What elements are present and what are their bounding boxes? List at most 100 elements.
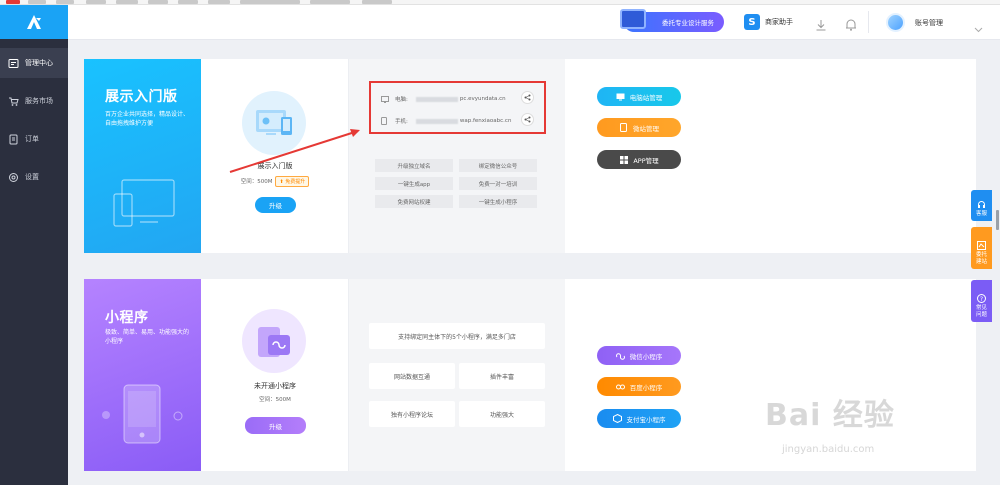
feature-tag[interactable]: 支持绑定同主体下的5个小程序，满足多门店 bbox=[369, 323, 545, 349]
sidebar: 管理中心 服务市场 订单 设置 bbox=[0, 5, 68, 485]
baidu-watermark-url: jingyan.baidu.com bbox=[782, 444, 875, 455]
free-upgrade-badge[interactable]: ⬆ 免费提升 bbox=[275, 176, 310, 187]
upgrade-button[interactable]: 升级 bbox=[255, 197, 296, 213]
mobile-label: 手机: bbox=[395, 119, 408, 125]
feature-tag[interactable]: 独有小程序论坛 bbox=[369, 401, 455, 427]
feature-tag[interactable]: 插件丰富 bbox=[459, 363, 545, 389]
headset-icon bbox=[977, 200, 986, 209]
share-icon[interactable] bbox=[521, 91, 534, 104]
plan-description: 百万企业共同选择，精品设计、自由拖拽维护方便 bbox=[105, 111, 190, 127]
plan-title: 展示入门版 bbox=[105, 89, 178, 105]
svg-text:?: ? bbox=[980, 296, 983, 303]
sidebar-item-settings[interactable]: 设置 bbox=[0, 162, 68, 192]
mobile-url-row: 手机: wap.fenxiaoabc.cn bbox=[381, 113, 541, 126]
product-space: 空间：500M bbox=[259, 397, 291, 403]
chevron-down-icon[interactable] bbox=[974, 18, 983, 37]
website-product-panel: 展示入门版 空间：500M ⬆ 免费提升 升级 bbox=[201, 59, 349, 253]
order-icon bbox=[8, 134, 19, 145]
sidebar-item-label: 订单 bbox=[25, 135, 39, 143]
feature-tag[interactable]: 一键生成小程序 bbox=[459, 195, 537, 208]
arrow-up-icon: ⬆ bbox=[279, 179, 284, 185]
alipay-icon bbox=[612, 414, 622, 423]
avatar[interactable] bbox=[886, 13, 905, 32]
product-name: 未开通小程序 bbox=[254, 382, 296, 390]
feature-tag[interactable]: 免费一对一培训 bbox=[459, 177, 537, 190]
build-icon bbox=[977, 241, 986, 250]
website-info-panel: 电脑: pc.evyundata.cn 手机: wap.fenxiaoabc.c… bbox=[349, 59, 565, 253]
commission-build-tab[interactable]: 委托建站 bbox=[971, 227, 992, 269]
app-manage-button[interactable]: APP管理 bbox=[597, 150, 681, 169]
top-header: 委托专业设计服务 S 商家助手 账号管理 bbox=[68, 5, 1000, 40]
website-product-icon bbox=[242, 91, 306, 155]
mobile-site-manage-button[interactable]: 微站管理 bbox=[597, 118, 681, 137]
feature-tag[interactable]: 免费网站权建 bbox=[375, 195, 453, 208]
phone-icon bbox=[619, 123, 628, 132]
product-name: 展示入门版 bbox=[257, 162, 293, 170]
phone-icon bbox=[381, 117, 387, 125]
url-highlight-box: 电脑: pc.evyundata.cn 手机: wap.fenxiaoabc.c… bbox=[369, 81, 546, 134]
action-label: 微信小程序 bbox=[629, 352, 663, 361]
pc-label: 电脑: bbox=[395, 97, 408, 103]
helper-label: 商家助手 bbox=[765, 18, 793, 26]
plan-title: 小程序 bbox=[105, 310, 149, 326]
design-service-button[interactable]: 委托专业设计服务 bbox=[620, 9, 724, 32]
action-label: 电脑站管理 bbox=[629, 93, 663, 102]
mini-program-icon bbox=[615, 352, 625, 360]
pc-url[interactable]: pc.evyundata.cn bbox=[460, 96, 506, 102]
devices-illustration-icon bbox=[113, 179, 175, 227]
float-tab-label: 委托建站 bbox=[975, 252, 987, 265]
product-space: 空间：500M bbox=[240, 179, 273, 185]
action-label: 百度小程序 bbox=[629, 383, 663, 392]
pc-site-manage-button[interactable]: 电脑站管理 bbox=[597, 87, 681, 106]
mini-program-banner: 小程序 极致、简单、易用、功能强大的小程序 bbox=[84, 279, 201, 471]
upgrade-button[interactable]: 升级 bbox=[245, 417, 306, 434]
wechat-mini-program-button[interactable]: 微信小程序 bbox=[597, 346, 681, 365]
grid-icon bbox=[619, 155, 628, 164]
download-icon[interactable] bbox=[815, 16, 827, 35]
action-label: APP管理 bbox=[633, 156, 659, 165]
website-actions-panel: 电脑站管理 微站管理 APP管理 bbox=[565, 59, 976, 253]
account-menu[interactable]: 账号管理 bbox=[915, 18, 943, 28]
page-scrollbar[interactable] bbox=[996, 210, 999, 230]
merchant-helper-link[interactable]: S 商家助手 bbox=[744, 14, 793, 30]
baidu-mini-program-button[interactable]: 百度小程序 bbox=[597, 377, 681, 396]
product-space-row: 空间：500M ⬆ 免费提升 bbox=[201, 176, 349, 187]
feature-tag[interactable]: 功能强大 bbox=[459, 401, 545, 427]
feature-tag[interactable]: 一键生成app bbox=[375, 177, 453, 190]
sidebar-item-management[interactable]: 管理中心 bbox=[0, 48, 68, 78]
baidu-watermark: Bai 经验 bbox=[765, 398, 895, 433]
baidu-icon bbox=[615, 383, 625, 391]
logo-icon bbox=[27, 15, 41, 29]
website-plan-card: 展示入门版 百万企业共同选择，精品设计、自由拖拽维护方便 展示入门版 空间：50… bbox=[84, 59, 976, 253]
blurred-subdomain bbox=[415, 96, 458, 102]
float-tab-label: 客服 bbox=[975, 211, 987, 217]
app-logo[interactable] bbox=[0, 5, 68, 39]
feature-tag[interactable]: 网站数据互通 bbox=[369, 363, 455, 389]
monitor-icon bbox=[616, 93, 625, 101]
header-divider bbox=[868, 11, 869, 33]
design-service-label: 委托专业设计服务 bbox=[662, 19, 714, 27]
dashboard-icon bbox=[8, 58, 19, 69]
sidebar-item-orders[interactable]: 订单 bbox=[0, 124, 68, 154]
free-badge-label: 免费提升 bbox=[285, 179, 306, 185]
bell-icon[interactable] bbox=[845, 16, 857, 35]
sidebar-item-label: 管理中心 bbox=[25, 59, 53, 67]
sidebar-item-service-market[interactable]: 服务市场 bbox=[0, 86, 68, 116]
blurred-subdomain bbox=[415, 118, 458, 124]
feature-tag[interactable]: 升级独立域名 bbox=[375, 159, 453, 172]
mobile-url[interactable]: wap.fenxiaoabc.cn bbox=[460, 118, 512, 124]
settings-icon bbox=[8, 172, 19, 183]
mini-program-actions-panel: 微信小程序 百度小程序 支付宝小程序 bbox=[565, 279, 976, 471]
alipay-mini-program-button[interactable]: 支付宝小程序 bbox=[597, 409, 681, 428]
cart-icon bbox=[8, 96, 19, 107]
helper-logo-icon: S bbox=[744, 14, 760, 30]
pc-url-row: 电脑: pc.evyundata.cn bbox=[381, 91, 541, 104]
mini-program-info-panel: 支持绑定同主体下的5个小程序，满足多门店 网站数据互通 插件丰富 独有小程序论坛… bbox=[349, 279, 565, 471]
action-label: 支付宝小程序 bbox=[626, 415, 666, 424]
phone-illustration-icon bbox=[102, 384, 183, 444]
share-icon[interactable] bbox=[521, 113, 534, 126]
sidebar-item-label: 服务市场 bbox=[25, 97, 53, 105]
faq-tab[interactable]: ? 常见问题 bbox=[971, 280, 992, 322]
customer-service-tab[interactable]: 客服 bbox=[971, 190, 992, 221]
feature-tag[interactable]: 绑定微信公众号 bbox=[459, 159, 537, 172]
